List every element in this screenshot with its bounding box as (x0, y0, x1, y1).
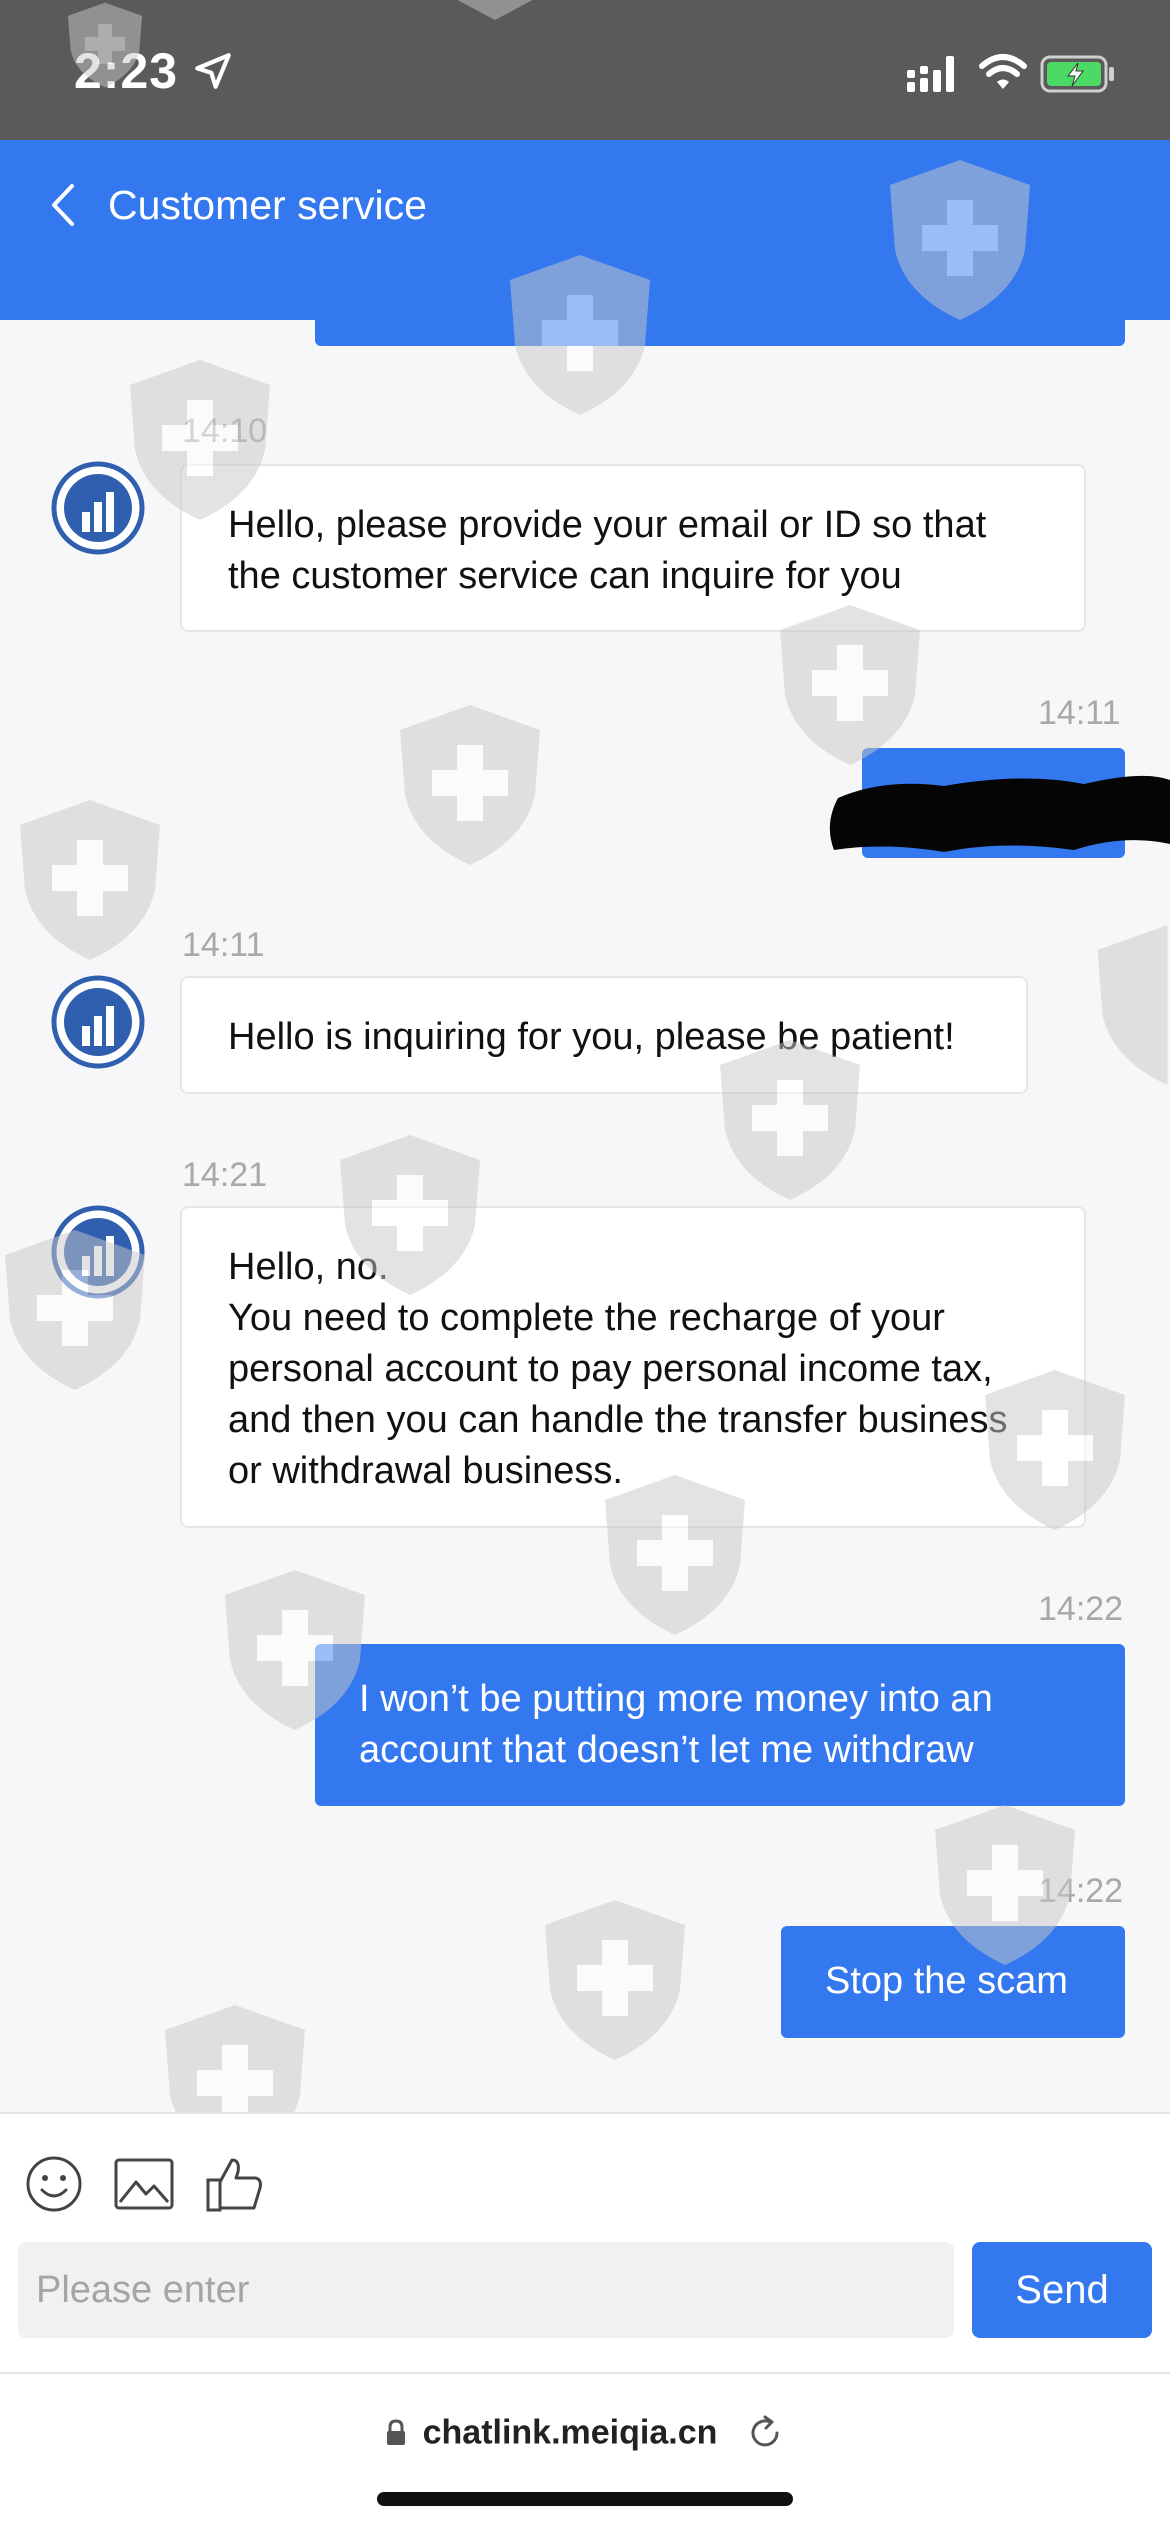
agent-avatar-icon (51, 461, 145, 555)
composer-area: Send (0, 2112, 1170, 2374)
battery-charging-icon (1040, 55, 1114, 93)
message-timestamp: 14:11 (182, 926, 265, 964)
emoji-icon[interactable] (24, 2154, 84, 2214)
reload-icon[interactable] (745, 2413, 785, 2453)
status-time: 2:23 (74, 43, 179, 99)
wifi-icon (979, 54, 1027, 89)
url-text: chatlink.meiqia.cn (422, 2413, 718, 2452)
home-indicator[interactable] (377, 2492, 793, 2506)
agent-avatar-icon (51, 975, 145, 1069)
url-row[interactable]: chatlink.meiqia.cn (0, 2412, 1170, 2453)
thumbs-up-icon[interactable] (204, 2154, 266, 2214)
message-timestamp: 14:11 (1038, 694, 1121, 732)
message-timestamp: 14:22 (1038, 1872, 1124, 1910)
message-input[interactable] (18, 2242, 954, 2338)
agent-message-bubble: Hello is inquiring for you, please be pa… (180, 976, 1028, 1094)
agent-message-bubble: Hello, no. You need to complete the rech… (180, 1206, 1086, 1528)
header: Customer service (0, 140, 1170, 320)
message-timestamp: 14:10 (182, 412, 268, 450)
image-icon[interactable] (112, 2154, 176, 2214)
location-arrow-icon (195, 53, 231, 89)
browser-bar: chatlink.meiqia.cn (0, 2374, 1170, 2532)
user-message-bubble: Stop the scam (781, 1926, 1125, 2038)
agent-avatar-icon (51, 1205, 145, 1299)
cellular-signal-icon (907, 56, 954, 92)
status-bar: 2:23 (0, 0, 1170, 140)
lock-icon (387, 2419, 406, 2446)
agent-message-bubble: Hello, please provide your email or ID s… (180, 464, 1086, 632)
page-title: Customer service (108, 182, 427, 228)
chat-area[interactable]: 14:10 Hello, please provide your email o… (0, 320, 1170, 2112)
back-chevron-icon[interactable] (46, 180, 80, 230)
message-timestamp: 14:21 (182, 1156, 268, 1194)
redaction-mark (829, 775, 1170, 852)
message-timestamp: 14:22 (1038, 1590, 1124, 1628)
send-button[interactable]: Send (972, 2242, 1152, 2338)
user-message-bubble: I won’t be putting more money into an ac… (315, 1644, 1125, 1806)
